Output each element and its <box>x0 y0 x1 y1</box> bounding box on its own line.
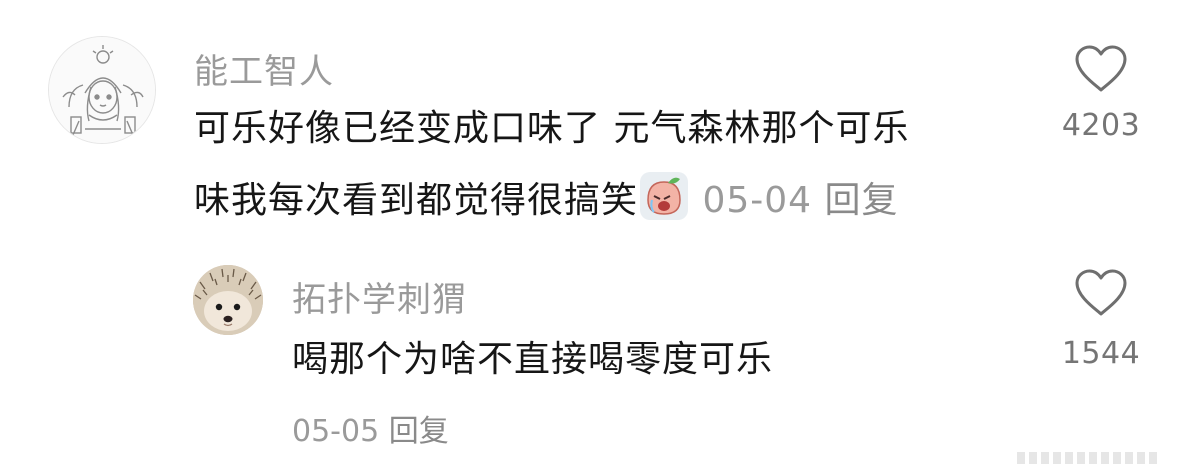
heart-icon <box>1075 269 1127 316</box>
comment-text-line-2: 味我每次看到都觉得很搞笑 <box>194 180 639 221</box>
like-count: 1544 <box>1061 336 1141 371</box>
like-count: 4203 <box>1061 108 1141 143</box>
comment-date: 05-04 <box>702 180 813 221</box>
avatar[interactable] <box>48 36 156 144</box>
heart-icon <box>1075 45 1127 92</box>
username[interactable]: 拓扑学刺猬 <box>292 272 467 321</box>
comment-text-line: 喝那个为啥不直接喝零度可乐 <box>292 339 774 380</box>
like-button[interactable]: 1544 <box>1041 268 1161 371</box>
reply-button[interactable]: 回复 <box>389 414 449 449</box>
comment-text: 喝那个为啥不直接喝零度可乐 <box>292 324 1012 396</box>
avatar[interactable] <box>193 265 263 335</box>
like-button[interactable]: 4203 <box>1041 44 1161 143</box>
reply-button[interactable]: 回复 <box>825 180 899 221</box>
comment-meta: 05-05 回复 <box>292 406 449 450</box>
anime-girl-avatar-icon <box>49 37 155 143</box>
watermark-icon <box>1017 452 1157 464</box>
comment-text-line: 可乐好像已经变成口味了 元气森林那个可乐 <box>194 108 910 149</box>
comment-text: 可乐好像已经变成口味了 元气森林那个可乐 味我每次看到都觉得很搞笑 05-04 … <box>194 93 1034 237</box>
comment-text-line: 味我每次看到都觉得很搞笑 05-04 回复 <box>194 165 1034 237</box>
username[interactable]: 能工智人 <box>194 44 334 93</box>
crying-peach-emoji-icon <box>638 170 690 222</box>
hedgehog-avatar-icon <box>193 265 263 335</box>
comment-date: 05-05 <box>292 414 380 449</box>
